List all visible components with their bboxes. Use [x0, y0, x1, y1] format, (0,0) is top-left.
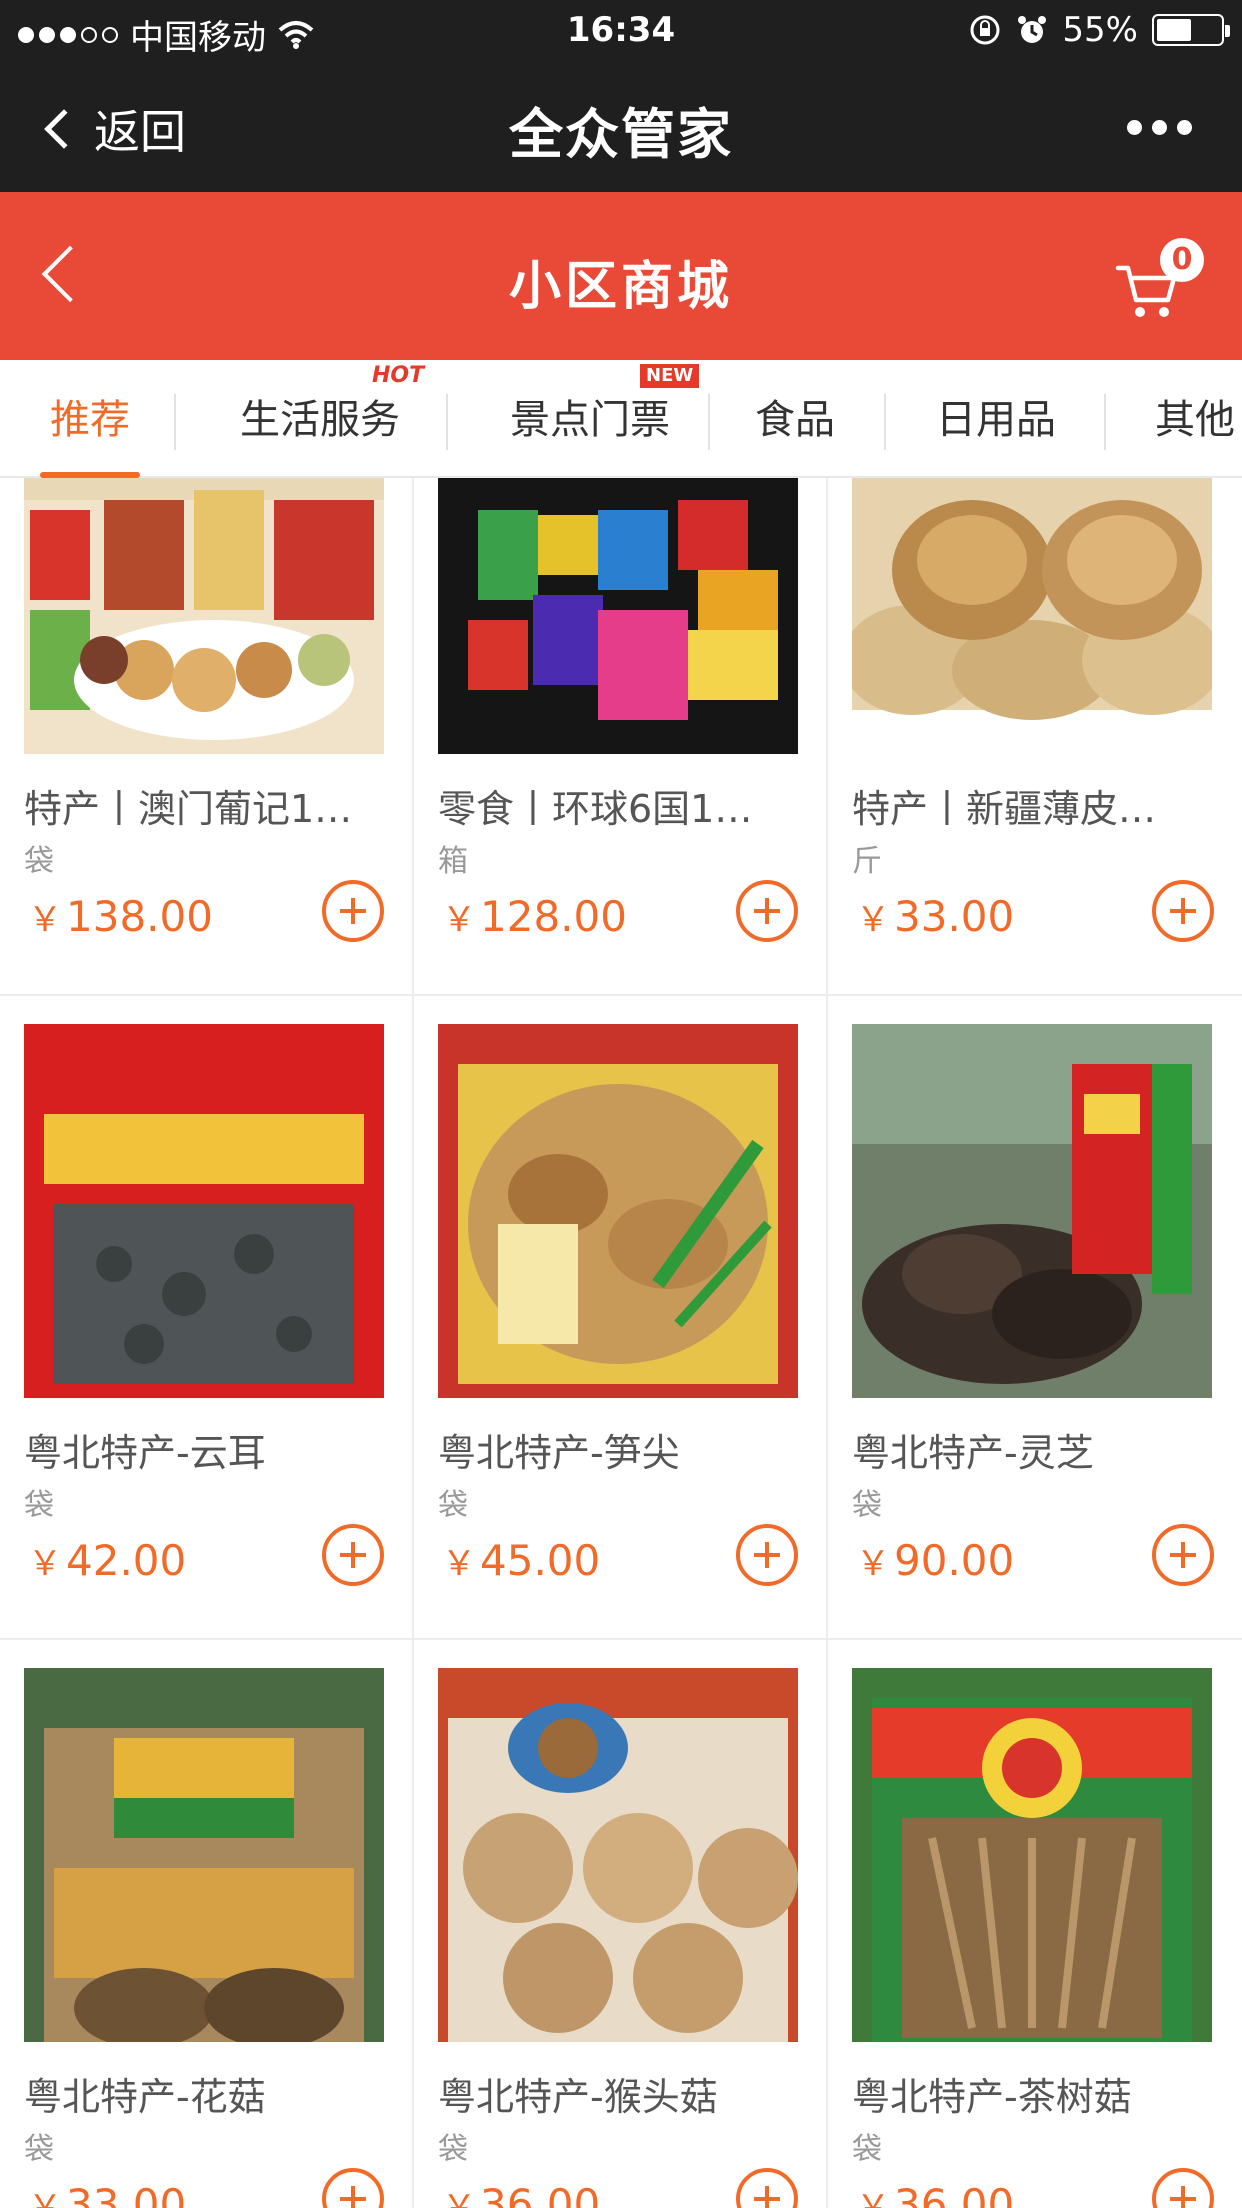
- battery-icon: [1152, 14, 1230, 46]
- product-image-snack-box[interactable]: [438, 478, 798, 754]
- add-to-cart-button[interactable]: [1152, 2168, 1214, 2208]
- alarm-icon: [1018, 16, 1047, 43]
- navigation-bar: 返回 全众管家: [0, 60, 1242, 192]
- tab-label: 生活服务: [240, 397, 400, 443]
- product-image-lingzhi[interactable]: [852, 1024, 1212, 1398]
- tab-daily-goods[interactable]: 日用品: [906, 360, 1086, 478]
- product-name[interactable]: 特产丨新疆薄皮…: [852, 778, 1218, 833]
- product-unit: 袋: [852, 1488, 882, 1523]
- product-name[interactable]: 粤北特产-花菇: [24, 2066, 390, 2121]
- product-name[interactable]: 特产丨澳门葡记1…: [24, 778, 390, 833]
- product-name[interactable]: 粤北特产-笋尖: [438, 1422, 804, 1477]
- battery-percent: 55%: [1062, 10, 1138, 50]
- tab-recommend[interactable]: 推荐: [30, 360, 150, 478]
- category-tabs: 推荐 生活服务 HOT 景点门票 NEW 食品 日用品 其他: [0, 360, 1242, 478]
- add-to-cart-button[interactable]: [322, 1524, 384, 1586]
- product-name[interactable]: 粤北特产-灵芝: [852, 1422, 1218, 1477]
- tab-label: 景点门票: [510, 397, 670, 443]
- add-to-cart-button[interactable]: [322, 2168, 384, 2208]
- product-grid: 特产丨澳门葡记1… 袋 ￥138.00 零食丨环球6国1… 箱 ￥128.00: [0, 478, 1242, 2208]
- product-card[interactable]: 粤北特产-笋尖 袋 ￥45.00: [414, 996, 828, 1640]
- product-card[interactable]: 零食丨环球6国1… 箱 ￥128.00: [414, 478, 828, 996]
- more-options-icon[interactable]: [1127, 120, 1192, 135]
- new-badge: NEW: [640, 364, 700, 388]
- add-to-cart-button[interactable]: [736, 880, 798, 942]
- product-name[interactable]: 零食丨环球6国1…: [438, 778, 804, 833]
- rotation-lock-icon: [970, 15, 1000, 45]
- tab-label: 其他: [1155, 397, 1235, 443]
- product-image-bamboo-shoot[interactable]: [438, 1024, 798, 1398]
- product-price: ￥45.00: [442, 1536, 601, 1585]
- add-to-cart-button[interactable]: [736, 1524, 798, 1586]
- product-unit: 袋: [438, 2132, 468, 2167]
- tab-label: 食品: [755, 397, 835, 443]
- product-card[interactable]: 粤北特产-灵芝 袋 ￥90.00: [828, 996, 1242, 1640]
- tab-divider: [884, 394, 886, 450]
- product-unit: 袋: [24, 844, 54, 879]
- cart-button[interactable]: 0: [1114, 238, 1204, 322]
- mall-title: 小区商城: [508, 257, 733, 317]
- cart-count-badge: 0: [1160, 238, 1204, 282]
- add-to-cart-button[interactable]: [322, 880, 384, 942]
- product-image-walnuts[interactable]: [852, 478, 1212, 754]
- product-unit: 袋: [852, 2132, 882, 2167]
- product-price: ￥36.00: [856, 2180, 1015, 2208]
- product-name[interactable]: 粤北特产-猴头菇: [438, 2066, 804, 2121]
- product-name[interactable]: 粤北特产-茶树菇: [852, 2066, 1218, 2121]
- product-unit: 斤: [852, 844, 882, 879]
- product-card[interactable]: 特产丨新疆薄皮… 斤 ￥33.00: [828, 478, 1242, 996]
- product-card[interactable]: 特产丨澳门葡记1… 袋 ￥138.00: [0, 478, 414, 996]
- mall-header: 小区商城 0: [0, 192, 1242, 360]
- tab-label: 推荐: [50, 397, 130, 443]
- tab-divider: [708, 394, 710, 450]
- product-unit: 袋: [24, 1488, 54, 1523]
- product-card[interactable]: 粤北特产-云耳 袋 ￥42.00: [0, 996, 414, 1640]
- product-image-cloud-ear[interactable]: [24, 1024, 384, 1398]
- status-bar: 中国移动 16:34 55%: [0, 0, 1242, 60]
- product-unit: 箱: [438, 844, 468, 879]
- tab-divider: [1104, 394, 1106, 450]
- tab-food[interactable]: 食品: [730, 360, 860, 478]
- product-price: ￥42.00: [28, 1536, 187, 1585]
- tab-divider: [446, 394, 448, 450]
- product-price: ￥90.00: [856, 1536, 1015, 1585]
- product-card[interactable]: 粤北特产-猴头菇 袋 ￥36.00: [414, 1640, 828, 2208]
- product-image-monkey-head-mushroom[interactable]: [438, 1668, 798, 2042]
- add-to-cart-button[interactable]: [736, 2168, 798, 2208]
- add-to-cart-button[interactable]: [1152, 1524, 1214, 1586]
- add-to-cart-button[interactable]: [1152, 880, 1214, 942]
- product-price: ￥33.00: [856, 892, 1015, 941]
- product-price: ￥33.00: [28, 2180, 187, 2208]
- product-price: ￥128.00: [442, 892, 627, 941]
- product-unit: 袋: [24, 2132, 54, 2167]
- tab-label: 日用品: [936, 397, 1056, 443]
- product-image-macau-snacks[interactable]: [24, 478, 384, 754]
- product-card[interactable]: 粤北特产-茶树菇 袋 ￥36.00: [828, 1640, 1242, 2208]
- tab-divider: [174, 394, 176, 450]
- product-image-tea-tree-mushroom[interactable]: [852, 1668, 1212, 2042]
- hot-badge: HOT: [372, 363, 425, 388]
- product-card[interactable]: 粤北特产-花菇 袋 ￥33.00: [0, 1640, 414, 2208]
- page-title: 全众管家: [509, 103, 733, 166]
- product-name[interactable]: 粤北特产-云耳: [24, 1422, 390, 1477]
- tab-other[interactable]: 其他: [1130, 360, 1242, 478]
- product-unit: 袋: [438, 1488, 468, 1523]
- product-price: ￥36.00: [442, 2180, 601, 2208]
- product-image-flower-mushroom[interactable]: [24, 1668, 384, 2042]
- product-price: ￥138.00: [28, 892, 213, 941]
